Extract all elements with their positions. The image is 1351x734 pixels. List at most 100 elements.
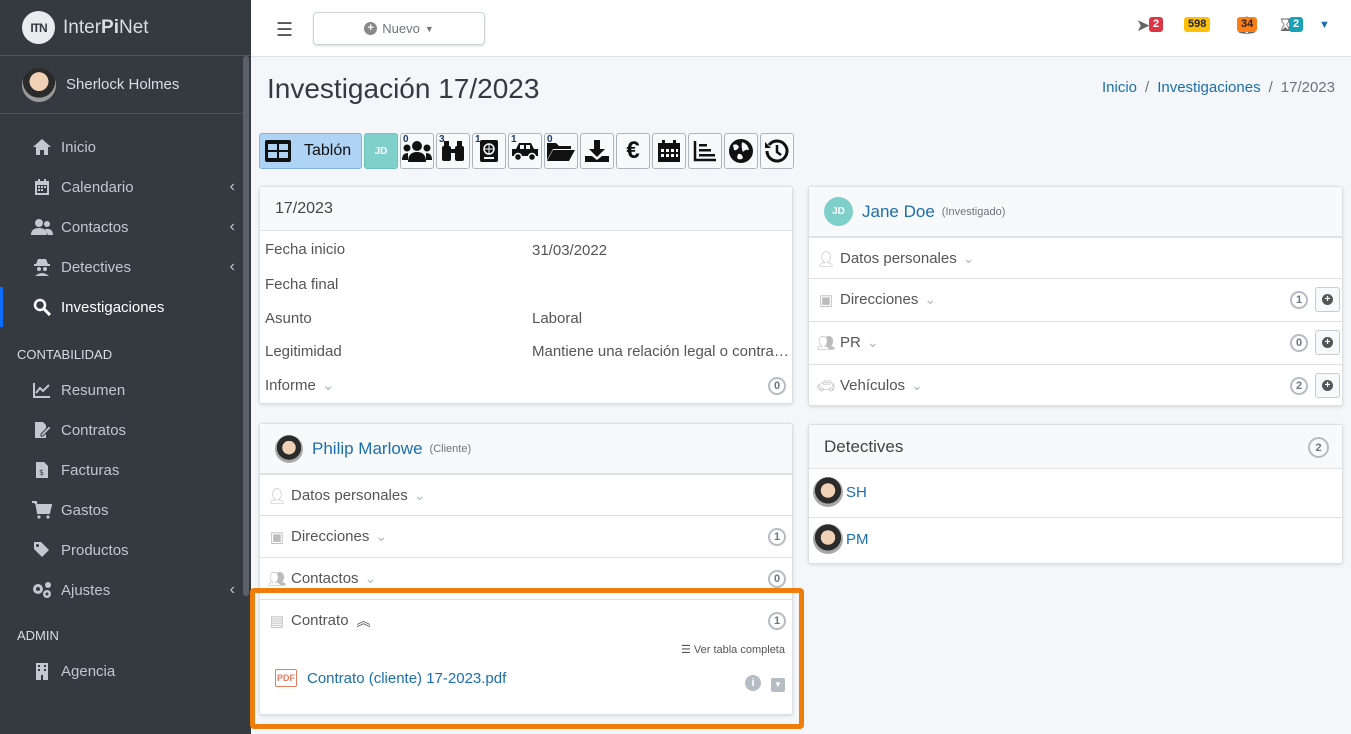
detective-item[interactable]: PM bbox=[813, 524, 869, 554]
chevron-left-icon: ‹ bbox=[229, 178, 235, 195]
caret-down-icon[interactable]: ▼ bbox=[1319, 19, 1330, 31]
documents-button[interactable]: 0 bbox=[544, 133, 578, 169]
nav-item-agencia[interactable]: Agencia bbox=[0, 651, 251, 691]
table-icon bbox=[265, 140, 291, 162]
fecha-final-label: Fecha final bbox=[265, 276, 339, 293]
user-avatar bbox=[22, 67, 56, 102]
tablon-button[interactable]: Tablón bbox=[259, 133, 362, 169]
svg-text:$: $ bbox=[39, 468, 44, 477]
nav-header-contabilidad: CONTABILIDAD bbox=[17, 347, 113, 362]
user-panel[interactable]: Sherlock Holmes bbox=[0, 56, 243, 114]
investigado-card: JD Jane Doe (Investigado) 👤︎ Datos person… bbox=[808, 186, 1343, 406]
detective-icon bbox=[31, 257, 53, 277]
calendar-icon bbox=[31, 177, 53, 197]
building-icon bbox=[31, 661, 53, 681]
nav-header-admin: ADMIN bbox=[17, 628, 59, 643]
detectives-card: Detectives 2 SH PM bbox=[808, 424, 1343, 564]
home-icon bbox=[31, 137, 53, 157]
detective-avatar bbox=[813, 477, 843, 507]
detective-link[interactable]: PM bbox=[846, 531, 869, 548]
breadcrumb-home-link[interactable]: Inicio bbox=[1102, 79, 1137, 96]
users-icon bbox=[31, 217, 53, 237]
breadcrumb: Inicio / Investigaciones/17/2023 bbox=[1101, 79, 1335, 96]
caret-down-icon: ▼ bbox=[424, 23, 434, 34]
timeline-button[interactable] bbox=[688, 133, 722, 169]
nav-item-gastos[interactable]: Gastos bbox=[0, 490, 251, 530]
finances-button[interactable]: € bbox=[616, 133, 650, 169]
chevron-double-down-icon: ⌄ bbox=[321, 377, 335, 394]
detectives-card-header: Detectives bbox=[809, 425, 1342, 469]
menu-toggle-icon[interactable]: ☰ bbox=[276, 19, 293, 42]
contabilidad-nav: Resumen Contratos $ Facturas Gastos Produ… bbox=[0, 370, 251, 610]
nav-item-contactos[interactable]: Contactos ‹ bbox=[0, 207, 251, 247]
timers-badge: 2 bbox=[1289, 17, 1304, 32]
breadcrumb-section-link[interactable]: Investigaciones bbox=[1157, 79, 1260, 96]
client-card-header: Philip Marlowe (Cliente) bbox=[260, 424, 792, 474]
chart-bars-icon bbox=[693, 141, 716, 162]
sidebar: ITN InterPiNet Sherlock Holmes Inicio Ca… bbox=[0, 0, 251, 734]
surveillance-button[interactable]: 3 bbox=[436, 133, 470, 169]
topbar: ☰ + Nuevo ▼ ➤ 2 598 🔔︎ 34 ⌛︎ 2 ▼ bbox=[251, 0, 1351, 57]
user-icon: 👤︎ bbox=[267, 487, 287, 505]
nav-item-facturas[interactable]: $ Facturas bbox=[0, 450, 251, 490]
nav-item-resumen[interactable]: Resumen bbox=[0, 370, 251, 410]
client-datos-section[interactable]: 👤︎ Datos personales ⌄ bbox=[260, 474, 792, 516]
nav-item-detectives[interactable]: Detectives ‹ bbox=[0, 247, 251, 287]
passport-icon bbox=[480, 140, 498, 162]
investigado-datos-section[interactable]: 👤︎ Datos personales ⌄ bbox=[809, 237, 1342, 279]
investigado-direcciones-count: 1 bbox=[1290, 291, 1308, 309]
nuevo-dropdown-button[interactable]: + Nuevo ▼ bbox=[313, 12, 485, 45]
chevron-left-icon: ‹ bbox=[229, 218, 235, 235]
investigado-name-link[interactable]: Jane Doe bbox=[862, 202, 935, 222]
passport-button[interactable]: 1 bbox=[472, 133, 506, 169]
sidebar-scrollbar[interactable] bbox=[243, 56, 249, 596]
add-direccion-button[interactable]: + bbox=[1315, 287, 1340, 312]
vehicles-button[interactable]: 1 bbox=[508, 133, 542, 169]
contract-highlight-box bbox=[250, 588, 804, 729]
brand-logo: ITN bbox=[22, 11, 55, 44]
investigado-pr-section[interactable]: 👥︎ PR ⌄ 0 + bbox=[809, 321, 1342, 363]
people-button[interactable]: 0 bbox=[400, 133, 434, 169]
nav-item-productos[interactable]: Productos bbox=[0, 530, 251, 570]
client-direcciones-section[interactable]: ▣ Direcciones ⌄ 1 bbox=[260, 515, 792, 557]
download-button[interactable] bbox=[580, 133, 614, 169]
investigado-vehiculos-count: 2 bbox=[1290, 377, 1308, 395]
nav-item-inicio[interactable]: Inicio bbox=[0, 127, 251, 167]
legitimidad-value: Mantiene una relación legal o contra… bbox=[532, 343, 789, 360]
add-vehiculo-button[interactable]: + bbox=[1315, 373, 1340, 398]
client-role: (Cliente) bbox=[429, 442, 472, 455]
investigado-direcciones-section[interactable]: ▣ Direcciones ⌄ 1 + bbox=[809, 278, 1342, 320]
user-name[interactable]: Sherlock Holmes bbox=[66, 76, 179, 93]
users-icon: 👥︎ bbox=[267, 570, 287, 588]
nav-item-contratos[interactable]: Contratos bbox=[0, 410, 251, 450]
nav-item-investigaciones[interactable]: Investigaciones bbox=[0, 287, 251, 327]
investigado-pr-count: 0 bbox=[1290, 334, 1308, 352]
calendar-button[interactable] bbox=[652, 133, 686, 169]
investigado-vehiculos-section[interactable]: 🚗︎ Vehículos ⌄ 2 + bbox=[809, 364, 1342, 406]
nav-item-calendario[interactable]: Calendario ‹ bbox=[0, 167, 251, 207]
breadcrumb-current: 17/2023 bbox=[1280, 79, 1335, 96]
add-pr-button[interactable]: + bbox=[1315, 330, 1340, 355]
alerts-badge: 34 bbox=[1237, 17, 1258, 32]
invoice-icon: $ bbox=[31, 460, 53, 480]
chevron-left-icon: ‹ bbox=[229, 581, 235, 598]
asunto-label: Asunto bbox=[265, 310, 312, 327]
tasks-badge[interactable]: 598 bbox=[1184, 17, 1211, 32]
investigado-card-header: JD Jane Doe (Investigado) bbox=[809, 187, 1342, 237]
map-button[interactable] bbox=[724, 133, 758, 169]
contract-icon bbox=[31, 420, 53, 440]
detective-item[interactable]: SH bbox=[813, 477, 867, 507]
investigado-button[interactable]: JD bbox=[364, 133, 398, 169]
informe-toggle[interactable]: Informe ⌄ bbox=[265, 376, 334, 394]
chevron-double-down-icon: ⌄ bbox=[962, 250, 975, 266]
download-icon bbox=[585, 140, 609, 162]
globe-icon bbox=[729, 139, 753, 163]
history-button[interactable] bbox=[760, 133, 794, 169]
client-name-link[interactable]: Philip Marlowe bbox=[312, 439, 423, 459]
address-book-icon: ▣ bbox=[269, 528, 285, 546]
brand-name: InterPiNet bbox=[63, 16, 149, 38]
plus-circle-icon: + bbox=[1322, 294, 1333, 305]
brand[interactable]: ITN InterPiNet bbox=[0, 0, 251, 56]
detective-link[interactable]: SH bbox=[846, 484, 867, 501]
nav-item-ajustes[interactable]: Ajustes ‹ bbox=[0, 570, 251, 610]
